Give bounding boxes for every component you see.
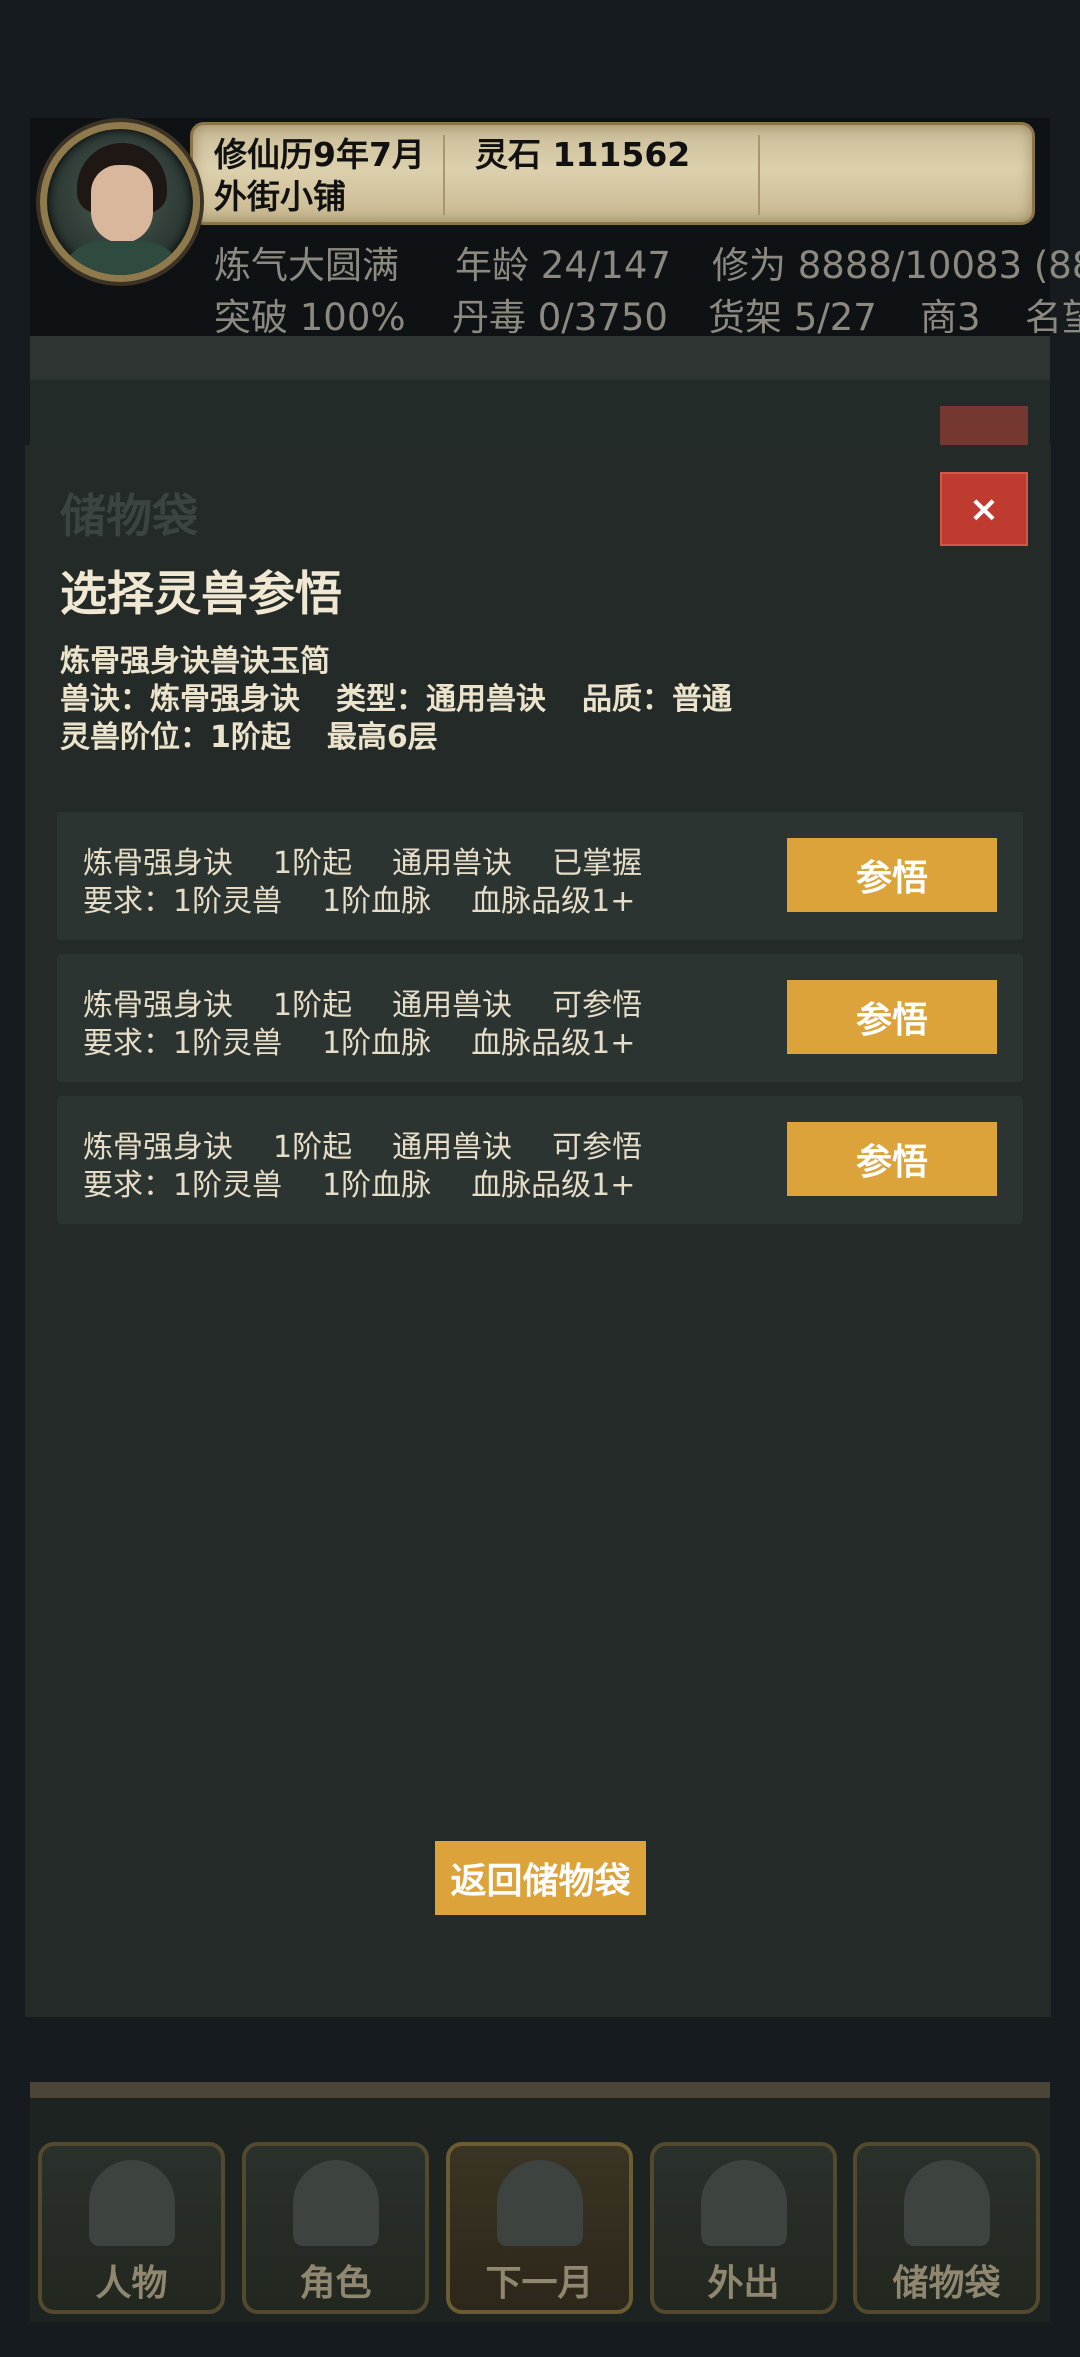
nav-character[interactable]: 人物: [38, 2142, 225, 2314]
close-icon: ×: [968, 488, 1000, 530]
pill-toxicity-stat: 丹毒 0/3750: [452, 296, 668, 339]
nav-next-month[interactable]: 下一月: [446, 2142, 633, 2314]
list-item: 炼骨强身诀 1阶起 通用兽诀 可参悟 要求：1阶灵兽 1阶血脉 血脉品级1+ 参悟: [57, 1096, 1023, 1224]
fame-stat: 名望: [1025, 296, 1080, 339]
comprehend-button[interactable]: 参悟: [787, 1122, 997, 1196]
list-item: 炼骨强身诀 1阶起 通用兽诀 已掌握 要求：1阶灵兽 1阶血脉 血脉品级1+ 参悟: [57, 812, 1023, 940]
req-bloodline: 1阶血脉: [322, 884, 432, 919]
gourd-icon: [292, 2160, 379, 2246]
avatar-face: [91, 165, 153, 243]
merchant-stat: 商3: [920, 296, 981, 339]
nav-role[interactable]: 角色: [242, 2142, 429, 2314]
age-stat: 年龄 24/147: [455, 244, 671, 287]
comprehend-button[interactable]: 参悟: [787, 980, 997, 1054]
req-beast: 要求：1阶灵兽: [83, 1168, 283, 1203]
game-date: 修仙历9年7月: [214, 135, 425, 174]
option-requirements: 要求：1阶灵兽 1阶血脉 血脉品级1+: [83, 876, 635, 920]
background-bag-title: 储物袋: [60, 489, 198, 543]
breakthrough-stat: 突破 100%: [214, 296, 406, 339]
req-beast: 要求：1阶灵兽: [83, 884, 283, 919]
req-grade: 血脉品级1+: [471, 884, 636, 919]
req-beast: 要求：1阶灵兽: [83, 1026, 283, 1061]
quality-label: 品质：普通: [582, 682, 732, 717]
banner-divider: [758, 135, 760, 215]
lotus-icon: [700, 2160, 787, 2246]
nav-storage-bag[interactable]: 储物袋: [853, 2142, 1040, 2314]
spirit-stones: 灵石 111562: [475, 135, 691, 174]
person-icon: [88, 2160, 175, 2246]
req-bloodline: 1阶血脉: [322, 1026, 432, 1061]
avatar[interactable]: [40, 122, 200, 282]
nav-label: 人物: [95, 2263, 168, 2304]
nav-label: 储物袋: [892, 2263, 1001, 2304]
banner-divider: [443, 135, 445, 215]
dialog-title: 选择灵兽参悟: [60, 567, 342, 622]
rank-label: 灵兽阶位：1阶起: [60, 720, 291, 755]
background-panel-header: [30, 380, 1050, 450]
option-requirements: 要求：1阶灵兽 1阶血脉 血脉品级1+: [83, 1018, 635, 1062]
shelves-stat: 货架 5/27: [708, 296, 877, 339]
req-grade: 血脉品级1+: [471, 1168, 636, 1203]
max-layer-label: 最高6层: [326, 720, 438, 755]
cultivation-stat: 修为 8888/10083 (88: [712, 244, 1080, 287]
nav-label: 角色: [299, 2263, 372, 2304]
req-bloodline: 1阶血脉: [322, 1168, 432, 1203]
close-button[interactable]: ×: [940, 472, 1028, 546]
option-requirements: 要求：1阶灵兽 1阶血脉 血脉品级1+: [83, 1160, 635, 1204]
screen: 修仙历9年7月 灵石 111562 外街小铺 炼气大圆满 年龄 24/147 修…: [0, 0, 1080, 2357]
req-grade: 血脉品级1+: [471, 1026, 636, 1061]
nav-label: 下一月: [485, 2263, 594, 2304]
realm-stat: 炼气大圆满: [214, 244, 399, 287]
back-to-bag-button[interactable]: 返回储物袋: [435, 1841, 646, 1915]
flag-icon: [496, 2160, 583, 2246]
item-rank-line: 灵兽阶位：1阶起 最高6层: [60, 712, 438, 756]
list-item: 炼骨强身诀 1阶起 通用兽诀 可参悟 要求：1阶灵兽 1阶血脉 血脉品级1+ 参悟: [57, 954, 1023, 1082]
location-name: 外街小铺: [214, 177, 346, 216]
comprehend-button[interactable]: 参悟: [787, 838, 997, 912]
bottom-nav-border: [30, 2082, 1050, 2098]
nav-outing[interactable]: 外出: [650, 2142, 837, 2314]
nav-label: 外出: [707, 2263, 780, 2304]
bag-icon: [903, 2160, 990, 2246]
